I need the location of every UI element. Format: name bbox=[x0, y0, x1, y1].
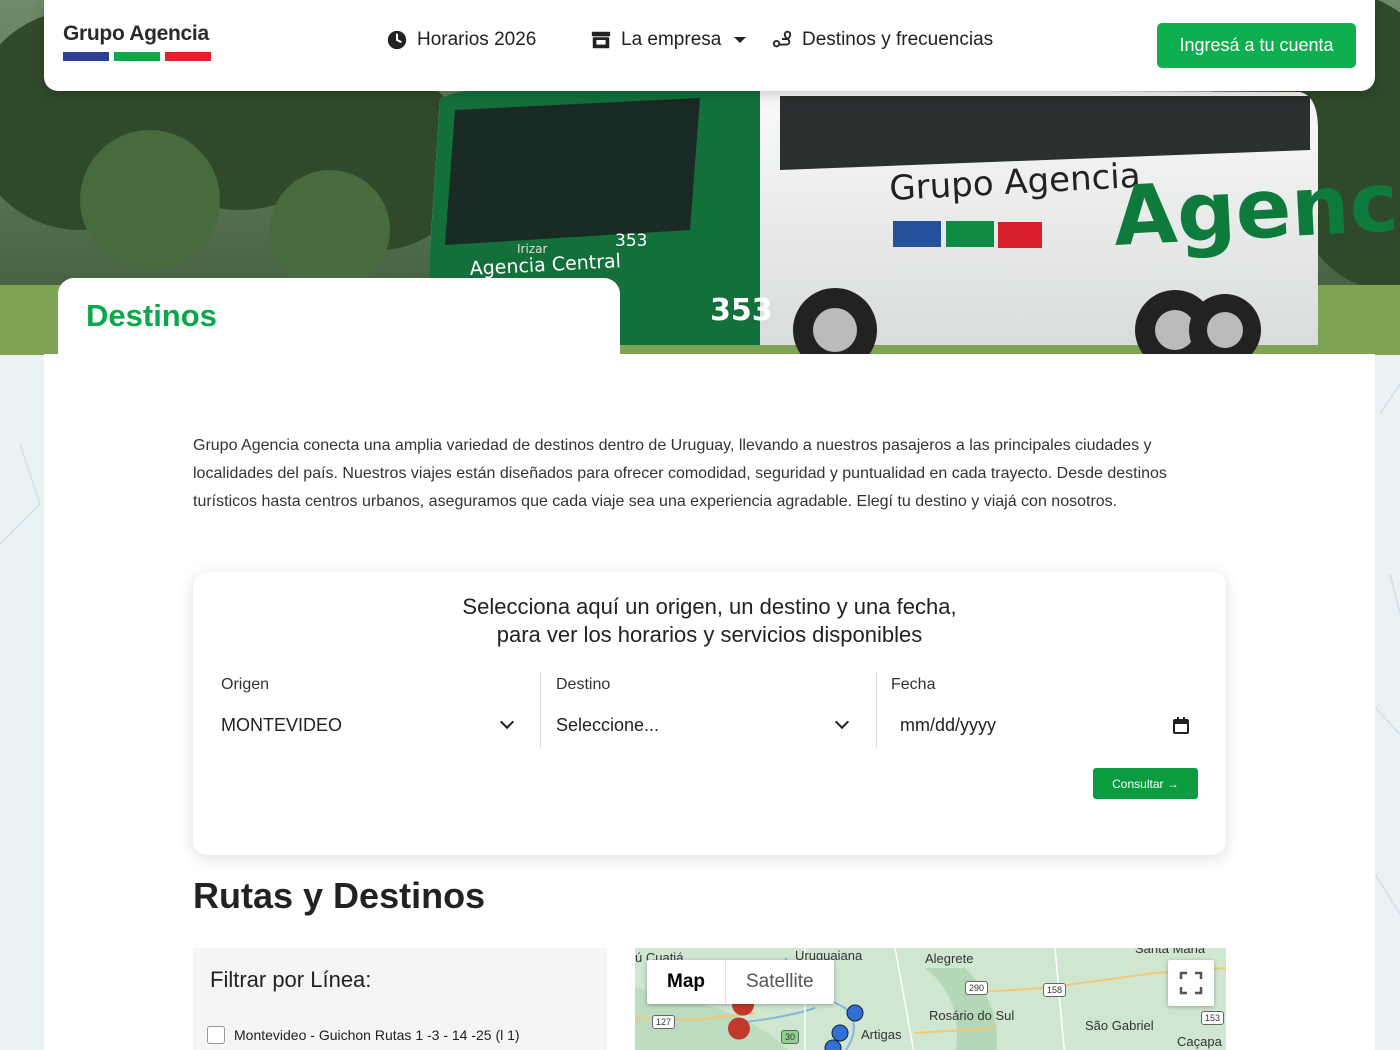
date-placeholder: mm/dd/yyyy bbox=[900, 714, 997, 735]
map-place-label: Rosário do Sul bbox=[929, 1008, 1015, 1023]
logo-color-bars bbox=[63, 52, 213, 61]
filter-checkbox[interactable] bbox=[207, 1026, 225, 1044]
navbar: Grupo Agencia Horarios 2026 La empresa D… bbox=[44, 0, 1375, 91]
routes-title: Rutas y Destinos bbox=[193, 875, 486, 916]
date-field: Fecha mm/dd/yyyy bbox=[891, 676, 1189, 756]
chevron-down-icon bbox=[734, 37, 747, 43]
clock-icon bbox=[387, 30, 407, 50]
map-type-map-button[interactable]: Map bbox=[647, 960, 726, 1004]
nav-la-empresa-label: La empresa bbox=[621, 29, 722, 50]
routes-map[interactable]: ú Cuatiá Uruguaiana Alegrete Santa Maria… bbox=[635, 948, 1226, 1050]
map-type-satellite-button[interactable]: Satellite bbox=[726, 960, 834, 1004]
store-icon bbox=[591, 31, 611, 49]
fullscreen-icon bbox=[1179, 971, 1203, 995]
map-place-label: Santa Maria bbox=[1135, 948, 1206, 956]
road-shield: 153 bbox=[1201, 1011, 1225, 1025]
map-marker-blue bbox=[831, 1024, 849, 1042]
main-content: Grupo Agencia conecta una amplia varieda… bbox=[44, 354, 1375, 1050]
bus-brand-text: Agencia bbox=[1111, 151, 1400, 265]
nav-la-empresa[interactable]: La empresa bbox=[590, 27, 747, 53]
search-title: Selecciona aquí un origen, un destino y … bbox=[193, 593, 1226, 649]
filter-title: Filtrar por Línea: bbox=[210, 967, 372, 992]
map-place-label: Caçapa bbox=[1177, 1034, 1222, 1049]
nav-horarios[interactable]: Horarios 2026 bbox=[386, 27, 536, 53]
filter-option-label: Montevideo - Guichon Rutas 1 -3 - 14 -25… bbox=[234, 1027, 520, 1043]
consultar-button[interactable]: Consultar → bbox=[1093, 768, 1198, 799]
bus-maker: Irizar bbox=[517, 242, 547, 256]
search-title-line1: Selecciona aquí un origen, un destino y … bbox=[462, 594, 957, 619]
destination-field: Destino Seleccione... bbox=[556, 676, 850, 756]
page-title: Destinos bbox=[86, 298, 217, 333]
map-type-control: Map Satellite bbox=[647, 960, 834, 1004]
calendar-icon[interactable] bbox=[1173, 716, 1189, 734]
origin-select[interactable]: MONTEVIDEO bbox=[221, 713, 515, 737]
bus-number: 353 bbox=[710, 293, 773, 328]
origin-field: Origen MONTEVIDEO bbox=[221, 676, 515, 756]
brand-logo[interactable]: Grupo Agencia bbox=[63, 22, 213, 68]
date-label: Fecha bbox=[891, 676, 936, 693]
map-marker-blue bbox=[846, 1004, 864, 1022]
fullscreen-button[interactable] bbox=[1168, 960, 1214, 1006]
map-place-label: Artigas bbox=[861, 1027, 902, 1042]
origin-value: MONTEVIDEO bbox=[221, 714, 343, 735]
road-shield: 290 bbox=[965, 981, 989, 995]
logo-text: Grupo Agencia bbox=[63, 22, 209, 45]
map-place-label: Alegrete bbox=[925, 951, 974, 966]
nav-horarios-label: Horarios 2026 bbox=[417, 29, 537, 50]
page-title-tab: Destinos bbox=[58, 278, 620, 358]
road-shield: 30 bbox=[781, 1030, 800, 1044]
destination-label: Destino bbox=[556, 676, 611, 693]
field-divider bbox=[540, 672, 541, 748]
chevron-down-icon bbox=[834, 714, 850, 730]
search-card: Selecciona aquí un origen, un destino y … bbox=[193, 572, 1226, 855]
login-button[interactable]: Ingresá a tu cuenta bbox=[1157, 23, 1356, 68]
destination-value: Seleccione... bbox=[556, 714, 660, 735]
origin-label: Origen bbox=[221, 676, 270, 693]
route-icon bbox=[772, 30, 792, 48]
road-shield: 127 bbox=[652, 1015, 676, 1029]
date-input[interactable]: mm/dd/yyyy bbox=[891, 713, 1189, 737]
field-divider bbox=[876, 672, 877, 748]
filter-option[interactable]: Montevideo - Guichon Rutas 1 -3 - 14 -25… bbox=[207, 1026, 520, 1044]
nav-destinos-label: Destinos y frecuencias bbox=[802, 29, 994, 50]
destination-select[interactable]: Seleccione... bbox=[556, 713, 850, 737]
chevron-down-icon bbox=[499, 714, 515, 730]
road-shield: 158 bbox=[1043, 983, 1067, 997]
search-title-line2: para ver los horarios y servicios dispon… bbox=[496, 622, 923, 647]
line-filter-panel: Filtrar por Línea: Montevideo - Guichon … bbox=[193, 948, 607, 1050]
map-place-label: São Gabriel bbox=[1085, 1018, 1154, 1033]
bus-number-small: 353 bbox=[615, 231, 647, 251]
intro-paragraph: Grupo Agencia conecta una amplia varieda… bbox=[193, 437, 1167, 510]
nav-destinos[interactable]: Destinos y frecuencias bbox=[771, 27, 993, 53]
